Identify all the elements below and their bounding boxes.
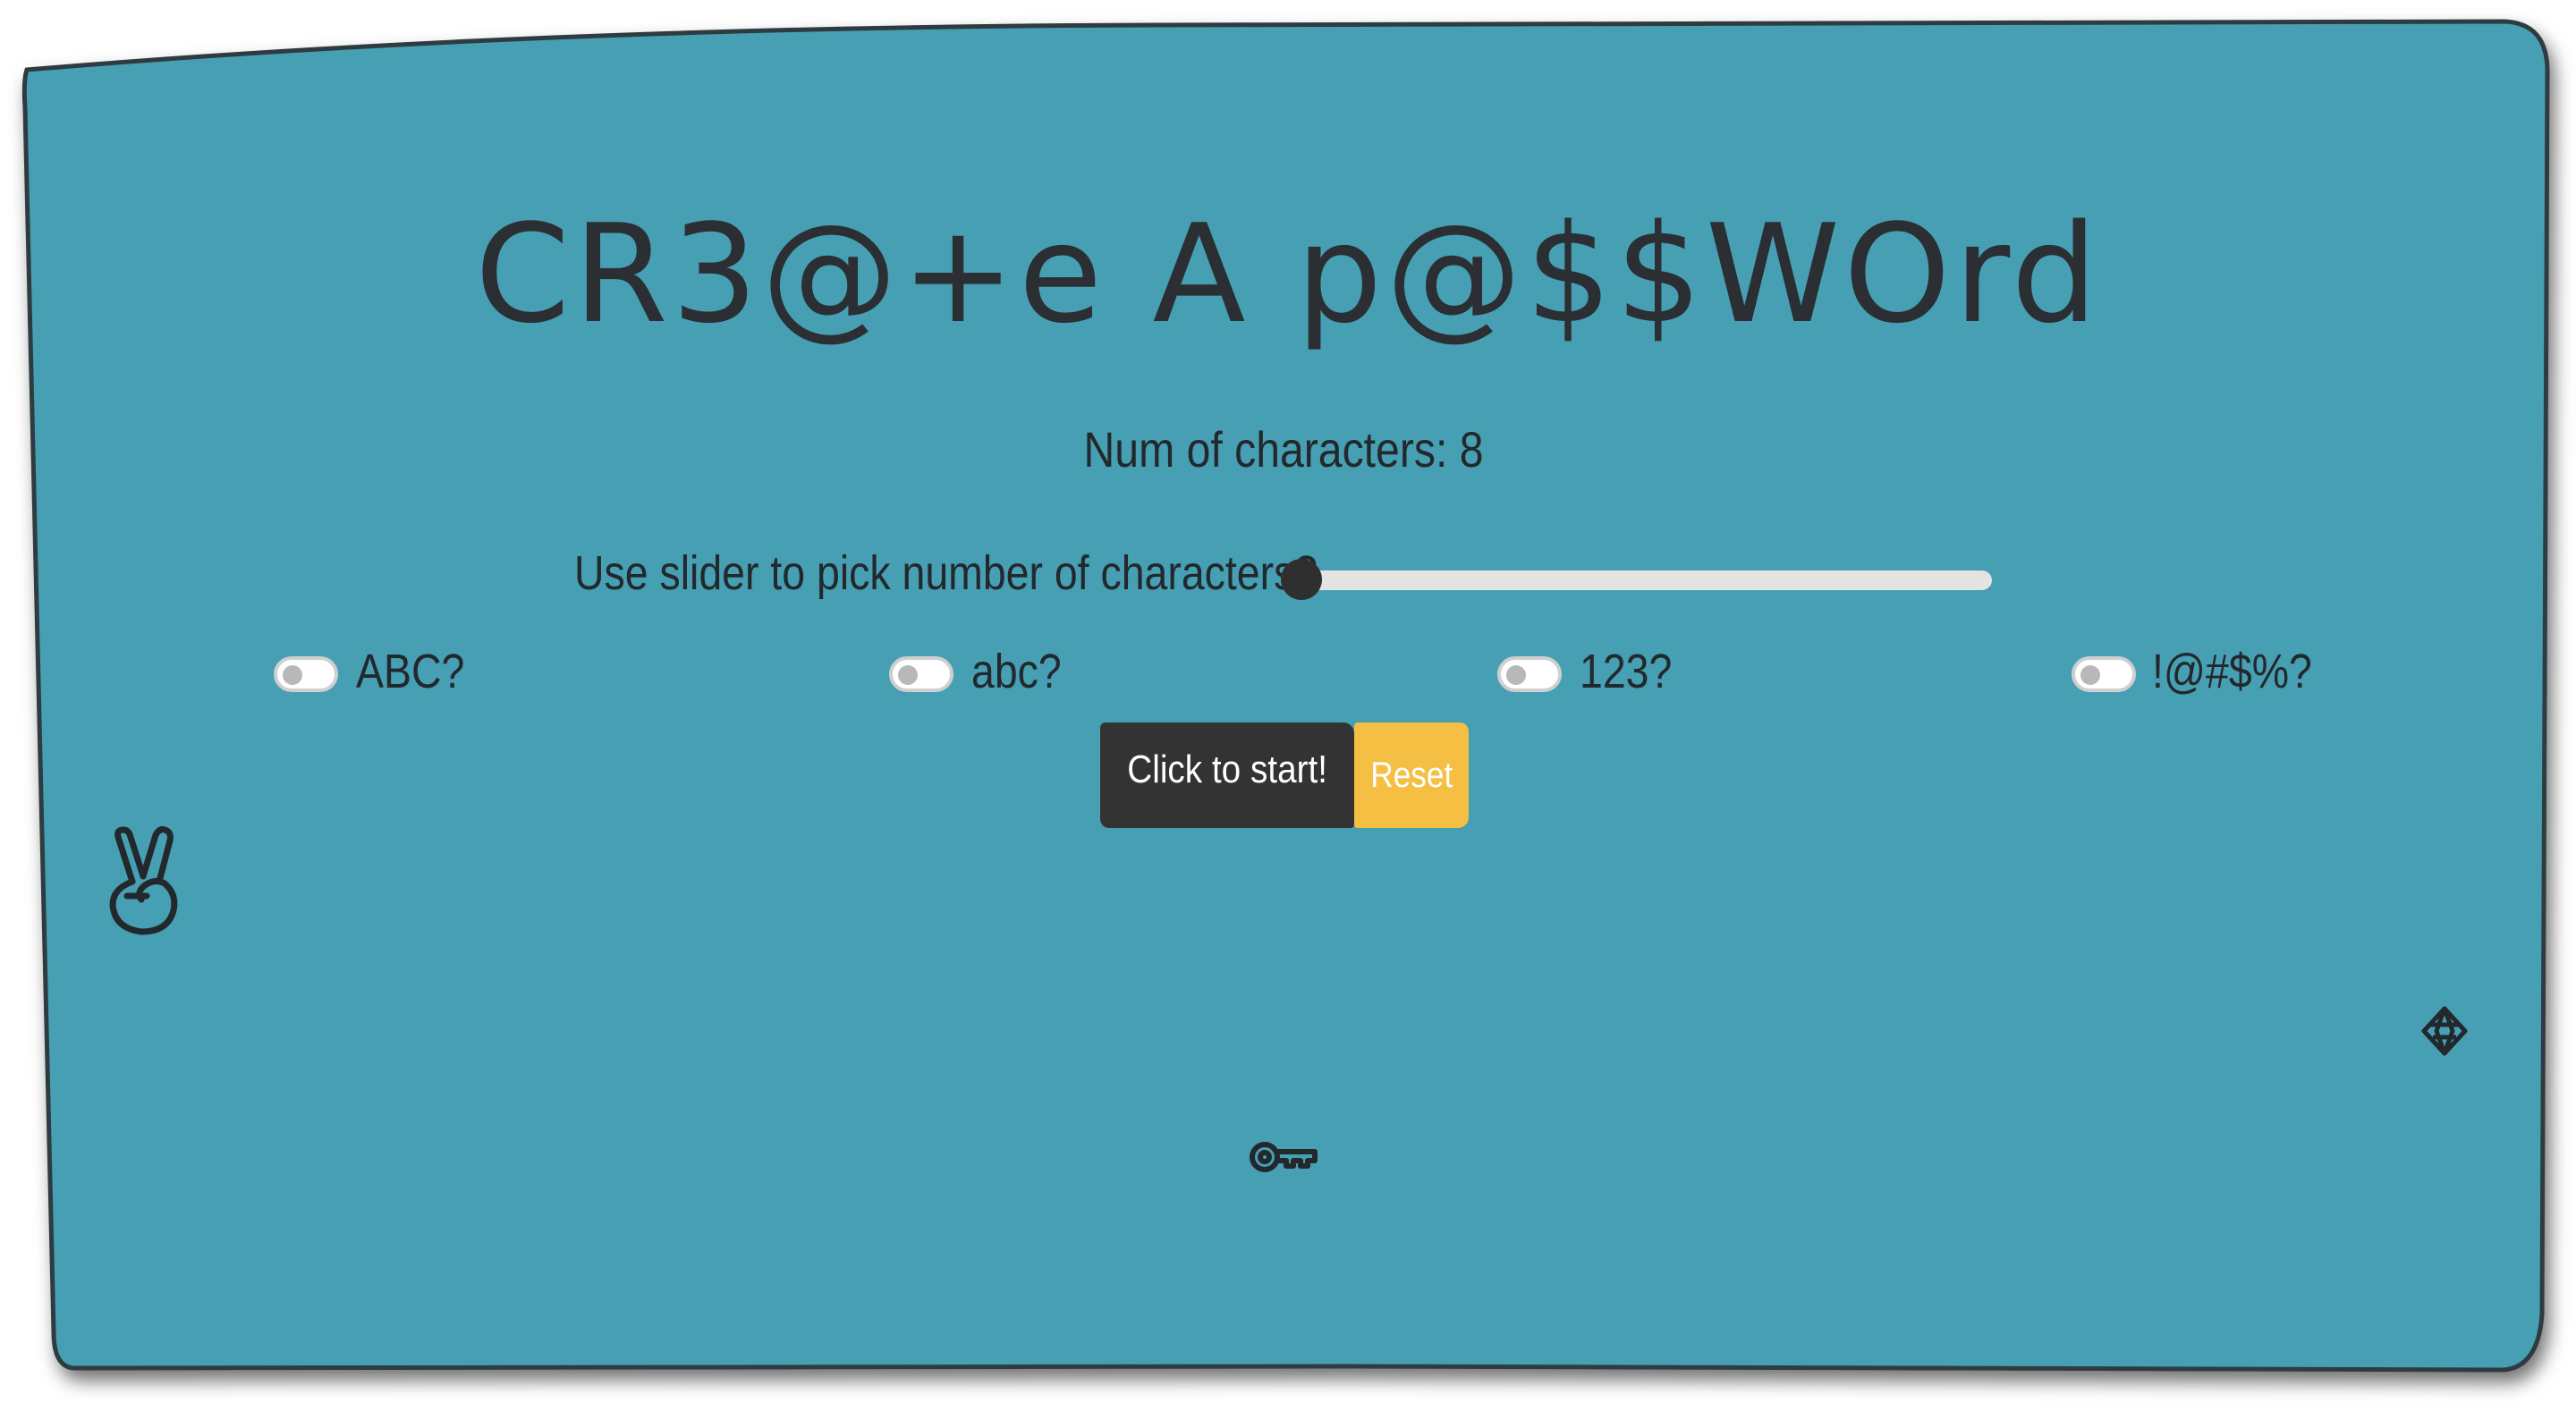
numbers-label: 123? bbox=[1580, 645, 1673, 698]
character-count-slider[interactable] bbox=[1301, 570, 1992, 590]
page-title: CR3@+e A p@$$WOrd bbox=[474, 195, 2102, 353]
key-icon bbox=[1250, 1142, 1318, 1172]
uppercase-label: ABC? bbox=[356, 645, 465, 698]
start-button[interactable]: Click to start! bbox=[1100, 722, 1354, 828]
peace-hand-icon bbox=[109, 826, 178, 935]
special-chars-label: !@#$%? bbox=[2152, 645, 2312, 698]
toggle-knob bbox=[898, 665, 918, 685]
start-button-label: Click to start! bbox=[1127, 747, 1327, 791]
page: CR3@+e A p@$$WOrd Num of characters: 8 U… bbox=[0, 0, 2576, 1411]
reset-button-label: Reset bbox=[1370, 755, 1453, 795]
num-characters-label: Num of characters: 8 bbox=[1083, 421, 1484, 477]
reset-button[interactable]: Reset bbox=[1354, 722, 1469, 828]
slider-thumb[interactable] bbox=[1281, 559, 1322, 600]
lowercase-label: abc? bbox=[971, 645, 1062, 698]
toggle-knob bbox=[283, 665, 302, 685]
slider-label: Use slider to pick number of characters? bbox=[574, 546, 1318, 600]
toggle-knob bbox=[1506, 665, 1526, 685]
uppercase-toggle[interactable] bbox=[274, 656, 338, 692]
password-card: CR3@+e A p@$$WOrd Num of characters: 8 U… bbox=[0, 0, 2576, 1411]
toggle-knob bbox=[2080, 665, 2100, 685]
diamond-icon bbox=[2421, 1006, 2468, 1056]
special-chars-toggle[interactable] bbox=[2072, 656, 2136, 692]
lowercase-toggle[interactable] bbox=[889, 656, 953, 692]
numbers-toggle[interactable] bbox=[1497, 656, 1562, 692]
